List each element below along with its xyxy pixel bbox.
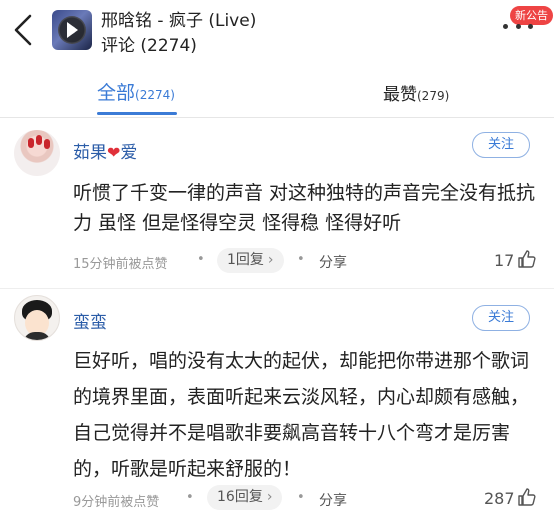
thumbs-up-icon[interactable]: [517, 249, 537, 269]
commenter-name-suffix: 爱: [120, 143, 138, 163]
replies-count: 1回复: [227, 252, 264, 268]
separator-dot: •: [297, 252, 305, 267]
liked-time: 15分钟前被点赞: [73, 257, 168, 272]
chevron-right-icon: ›: [267, 252, 274, 268]
tab-all-label: 全部: [97, 82, 136, 104]
avatar-detail: [28, 138, 34, 148]
song-cover-thumbnail[interactable]: [52, 10, 92, 50]
comment-count-title: 评论 (2274): [101, 36, 197, 56]
tab-most-liked-count: (279): [417, 89, 450, 103]
share-button[interactable]: 分享: [319, 252, 347, 272]
tab-all-count: (2274): [135, 88, 175, 102]
comment-tabs: 全部(2274) 最赞(279): [0, 64, 554, 118]
like-count: 17: [494, 251, 515, 270]
avatar[interactable]: [14, 130, 60, 176]
comment-item: 蛮蛮 关注 巨好听，唱的没有太大的起伏，却能把你带进那个歌词的境界里面，表面听起…: [0, 289, 554, 520]
active-tab-indicator: [97, 112, 177, 115]
comment-item: 茹果❤爱 关注 听惯了千变一律的声音 对这种独特的声音完全没有抵抗力 虽怪 但是…: [0, 118, 554, 288]
replies-button[interactable]: 16回复 ›: [207, 485, 283, 510]
separator-dot: •: [197, 252, 205, 267]
heart-emoji: ❤: [107, 143, 121, 162]
separator-dot: •: [297, 490, 305, 505]
commenter-name[interactable]: 茹果❤爱: [73, 138, 137, 163]
liked-time: 9分钟前被点赞: [73, 495, 160, 510]
commenter-name-text: 茹果: [73, 143, 107, 163]
song-title: 邢晗铭 - 疯子 (Live): [101, 11, 257, 31]
replies-button[interactable]: 1回复 ›: [217, 248, 284, 273]
more-options-icon[interactable]: [503, 24, 533, 34]
back-arrow-icon[interactable]: [10, 12, 38, 48]
avatar[interactable]: [14, 295, 60, 341]
commenter-name[interactable]: 蛮蛮: [73, 308, 107, 333]
avatar-detail: [44, 139, 50, 149]
play-icon[interactable]: [67, 22, 78, 38]
tab-most-liked[interactable]: 最赞(279): [383, 80, 449, 105]
top-bar: 邢晗铭 - 疯子 (Live) 评论 (2274) 新公告: [0, 0, 554, 64]
tab-all[interactable]: 全部(2274): [97, 78, 175, 105]
like-count: 287: [484, 489, 515, 508]
avatar-detail: [36, 135, 42, 145]
tab-most-liked-label: 最赞: [383, 85, 417, 105]
follow-button[interactable]: 关注: [472, 305, 530, 331]
replies-count: 16回复: [217, 489, 263, 505]
notice-badge[interactable]: 新公告: [510, 6, 553, 25]
share-button[interactable]: 分享: [319, 490, 347, 510]
chevron-right-icon: ›: [266, 489, 273, 505]
avatar-detail: [23, 332, 51, 340]
comment-text: 听惯了千变一律的声音 对这种独特的声音完全没有抵抗力 虽怪 但是怪得空灵 怪得稳…: [73, 182, 536, 234]
comment-text: 巨好听，唱的没有太大的起伏，却能把你带进那个歌词的境界里面，表面听起来云淡风轻，…: [73, 350, 530, 480]
separator-dot: •: [186, 490, 194, 505]
thumbs-up-icon[interactable]: [517, 487, 537, 507]
follow-button[interactable]: 关注: [472, 132, 530, 158]
